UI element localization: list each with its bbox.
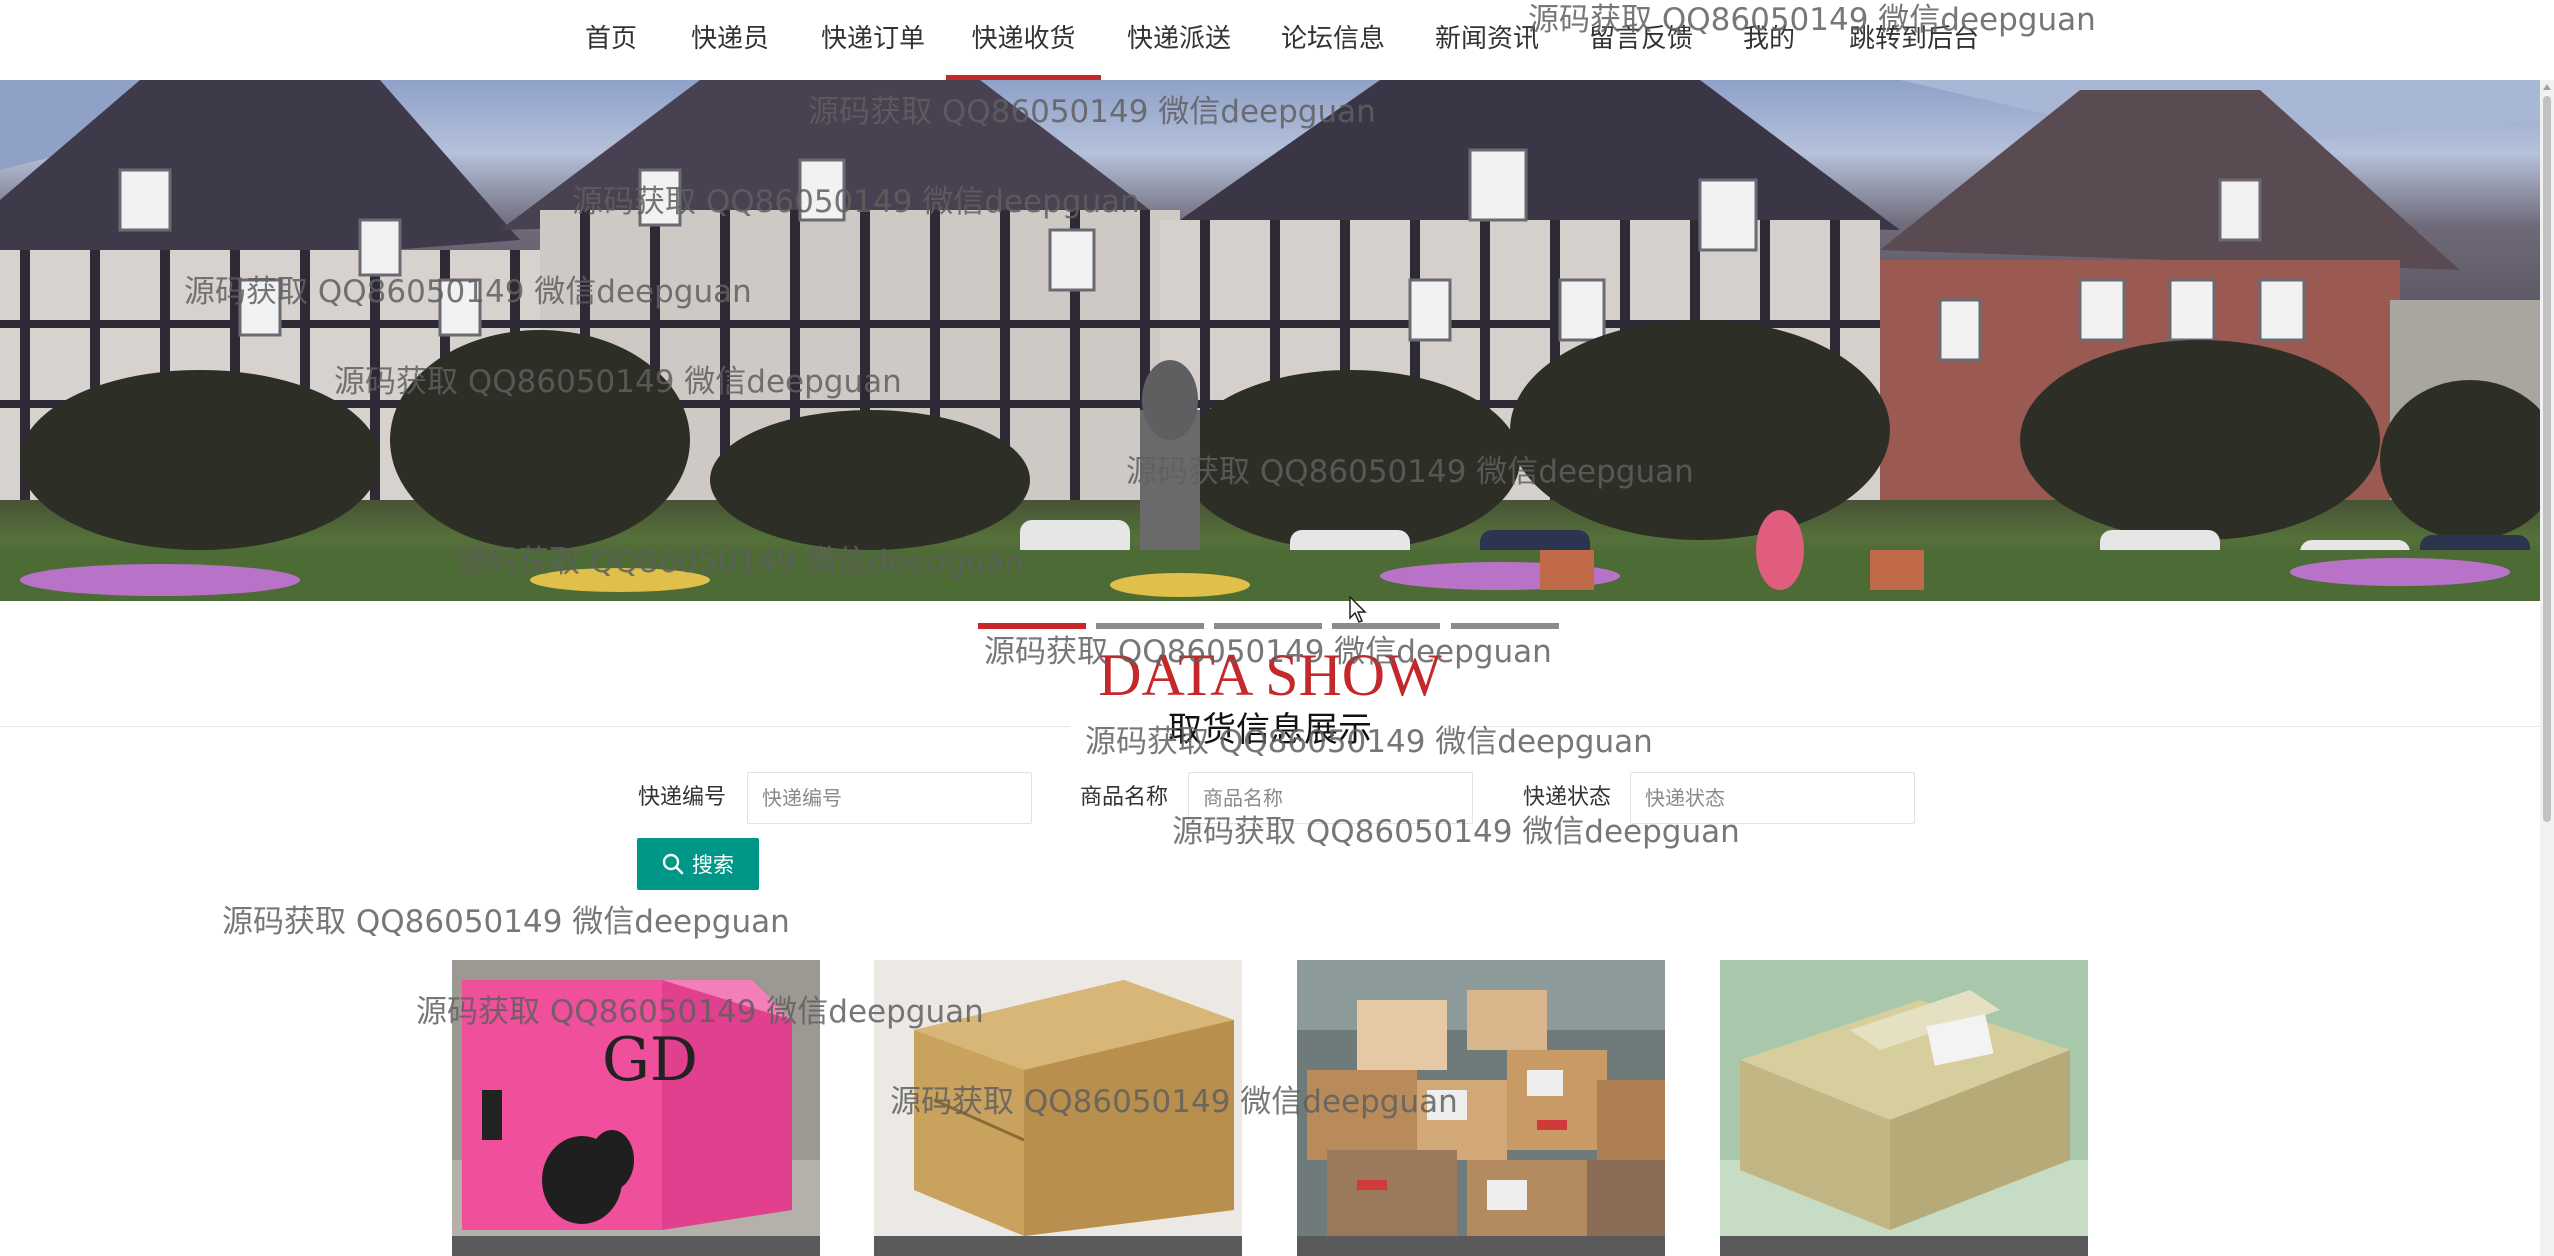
express-number-label: 快递编号 xyxy=(638,785,727,810)
carousel-indicator-3[interactable] xyxy=(1214,623,1322,629)
pickup-card[interactable] xyxy=(1297,960,1665,1256)
express-number-input[interactable] xyxy=(747,772,1032,824)
nav-item-news[interactable]: 新闻资讯 xyxy=(1434,0,1540,80)
nav-item-forum[interactable]: 论坛信息 xyxy=(1280,0,1386,80)
card-caption xyxy=(1720,1236,2088,1256)
carousel-indicator-4[interactable] xyxy=(1332,623,1440,629)
carousel-indicator-2[interactable] xyxy=(1096,623,1204,629)
nav-item-home[interactable]: 首页 xyxy=(584,0,638,80)
watermark-text: 源码获取 QQ86050149 微信deepguan xyxy=(222,904,790,940)
card-image-kraft-box xyxy=(874,960,1242,1236)
nav-item-admin-link[interactable]: 跳转到后台 xyxy=(1848,0,1980,80)
product-name-label: 商品名称 xyxy=(1080,785,1169,810)
card-image-taped-box xyxy=(1720,960,2088,1236)
express-status-label: 快递状态 xyxy=(1523,785,1612,810)
section-subtitle: 取货信息展示 xyxy=(1070,710,1470,750)
nav-item-express-receiving[interactable]: 快递收货 xyxy=(946,0,1101,80)
nav-item-couriers[interactable]: 快递员 xyxy=(690,0,770,80)
carousel-banner-image[interactable] xyxy=(0,80,2540,601)
svg-text:GD: GD xyxy=(602,1025,698,1095)
pickup-card[interactable] xyxy=(1720,960,2088,1256)
search-button[interactable]: 搜索 xyxy=(637,838,759,890)
carousel-indicator-1[interactable] xyxy=(978,623,1086,629)
pickup-card[interactable] xyxy=(874,960,1242,1256)
card-image-parcel-pile xyxy=(1297,960,1665,1236)
nav-item-express-delivery[interactable]: 快递派送 xyxy=(1126,0,1232,80)
search-button-label: 搜索 xyxy=(692,853,734,877)
express-status-input[interactable] xyxy=(1630,772,1915,824)
section-title: DATA SHOW xyxy=(1098,642,1442,708)
card-caption xyxy=(1297,1236,1665,1256)
nav-item-mine[interactable]: 我的 xyxy=(1742,0,1796,80)
carousel-indicator-5[interactable] xyxy=(1451,623,1559,629)
card-caption xyxy=(452,1236,820,1256)
town-hall-photo xyxy=(0,80,2540,601)
nav-item-feedback[interactable]: 留言反馈 xyxy=(1588,0,1694,80)
product-name-input[interactable] xyxy=(1188,772,1473,824)
pickup-card[interactable]: GD xyxy=(452,960,820,1256)
top-navigation: 首页 快递员 快递订单 快递收货 快递派送 论坛信息 新闻资讯 留言反馈 我的 … xyxy=(0,0,2554,81)
search-icon xyxy=(662,853,684,875)
card-caption xyxy=(874,1236,1242,1256)
scroll-up-arrow-icon[interactable] xyxy=(2543,84,2551,90)
scrollbar-thumb[interactable] xyxy=(2543,96,2551,822)
card-image-pink-box: GD xyxy=(452,960,820,1236)
nav-item-express-orders[interactable]: 快递订单 xyxy=(820,0,926,80)
